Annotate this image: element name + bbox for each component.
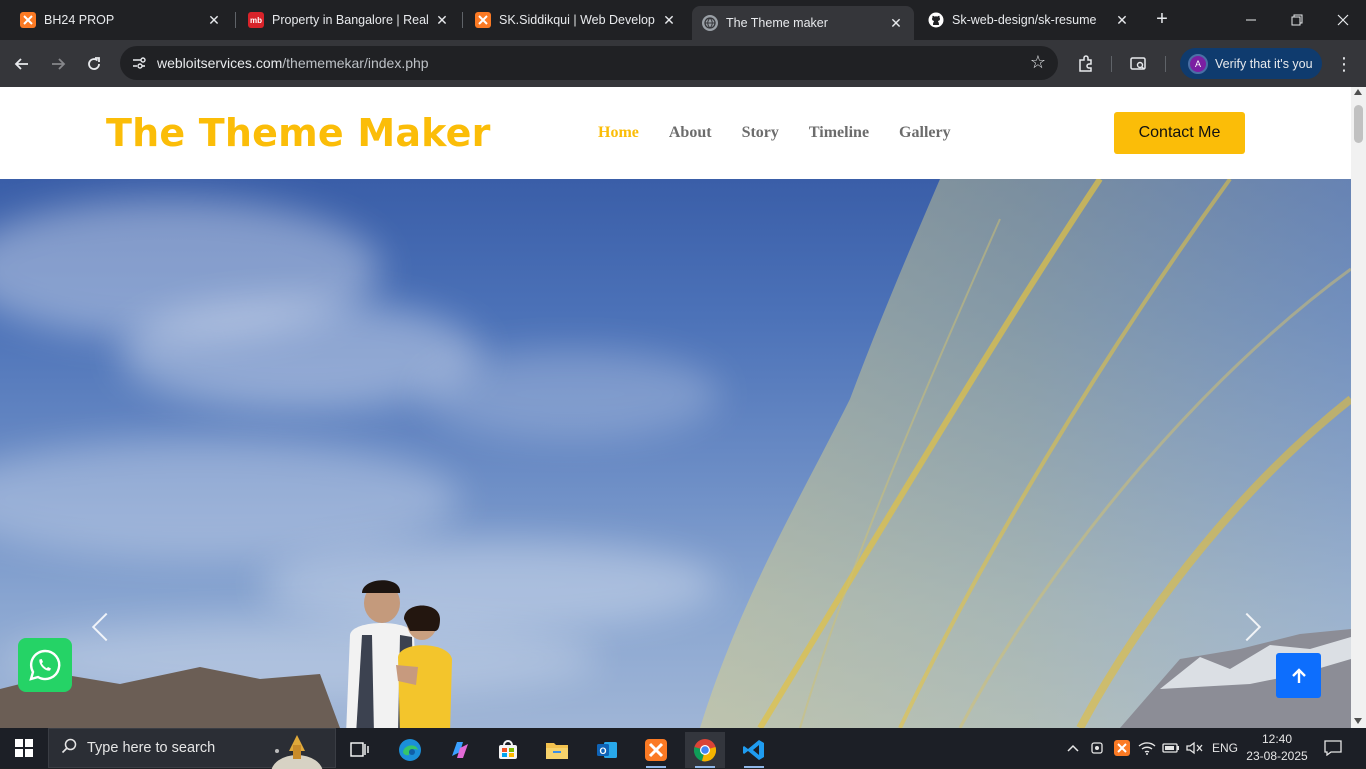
tab-title: SK.Siddikqui | Web Developer: [499, 13, 655, 27]
close-icon[interactable]: ✕: [434, 12, 450, 29]
hero-couple-photo: [346, 580, 452, 728]
nav-timeline[interactable]: Timeline: [809, 124, 869, 142]
menu-kebab-icon[interactable]: ⋮: [1332, 50, 1356, 78]
profile-verify-button[interactable]: A Verify that it's you: [1180, 48, 1322, 79]
close-icon[interactable]: ✕: [888, 15, 904, 32]
browser-toolbar: webloitservices.com/thememekar/index.php…: [0, 40, 1366, 87]
volume-muted-icon[interactable]: [1186, 728, 1204, 768]
tab-property-bangalore[interactable]: mb Property in Bangalore | Real E ✕: [228, 0, 460, 40]
new-tab-button[interactable]: +: [1150, 8, 1174, 32]
globe-icon: [702, 15, 718, 31]
close-icon[interactable]: ✕: [1114, 12, 1130, 29]
url-text: webloitservices.com/thememekar/index.php: [157, 55, 429, 71]
tab-theme-maker[interactable]: The Theme maker ✕: [692, 6, 914, 40]
outlook-icon[interactable]: O: [587, 732, 627, 768]
minimize-button[interactable]: [1228, 0, 1274, 40]
avatar: A: [1188, 53, 1208, 74]
close-icon[interactable]: ✕: [206, 12, 222, 29]
language-indicator[interactable]: ENG: [1212, 728, 1238, 768]
windows-taskbar: Type here to search O ENG 12:40 23-08-20…: [0, 728, 1366, 769]
hero-carousel: [0, 179, 1351, 728]
carousel-next-button[interactable]: [1243, 609, 1263, 645]
battery-icon[interactable]: [1162, 728, 1180, 768]
site-info-icon[interactable]: [130, 54, 148, 72]
scroll-down-arrow[interactable]: [1354, 718, 1362, 724]
nav-about[interactable]: About: [669, 124, 712, 142]
show-hidden-icons[interactable]: [1066, 728, 1080, 768]
xampp-icon: [20, 12, 36, 28]
verify-label: Verify that it's you: [1215, 56, 1313, 71]
carousel-prev-button[interactable]: [92, 609, 112, 645]
nav-gallery[interactable]: Gallery: [899, 124, 951, 142]
task-view-icon[interactable]: [340, 732, 380, 768]
search-icon: [61, 738, 77, 759]
search-placeholder: Type here to search: [87, 740, 216, 756]
scroll-to-top-button[interactable]: [1276, 653, 1321, 698]
hero-mountains-image: [0, 629, 1351, 728]
start-button[interactable]: [0, 728, 48, 768]
github-icon: [928, 12, 944, 28]
tab-search-icon[interactable]: [1124, 50, 1152, 78]
back-button[interactable]: [8, 50, 36, 78]
windows-icon: [15, 739, 33, 757]
toolbar-divider: [1111, 56, 1112, 72]
meet-now-icon[interactable]: [1090, 728, 1106, 768]
tab-title: The Theme maker: [726, 16, 828, 30]
tab-title: Property in Bangalore | Real E: [272, 13, 428, 27]
extensions-icon[interactable]: [1072, 50, 1100, 78]
chrome-icon[interactable]: [685, 732, 725, 768]
whatsapp-button[interactable]: [18, 638, 72, 692]
page-scrollbar[interactable]: [1351, 87, 1366, 728]
page-viewport: The Theme Maker Home About Story Timelin…: [0, 87, 1351, 728]
whatsapp-icon: [29, 649, 61, 681]
wifi-icon[interactable]: [1138, 728, 1156, 768]
xampp-taskbar-icon[interactable]: [636, 732, 676, 768]
contact-me-button[interactable]: Contact Me: [1114, 112, 1245, 154]
url-path: /thememekar/index.php: [282, 55, 429, 71]
arrow-up-icon: [1291, 667, 1306, 683]
address-bar[interactable]: webloitservices.com/thememekar/index.php…: [120, 46, 1058, 80]
edge-icon[interactable]: [390, 732, 430, 768]
store-icon[interactable]: [488, 732, 528, 768]
toolbar-divider: [1165, 56, 1166, 72]
tab-sk-resume[interactable]: Sk-web-design/sk-resume ✕: [918, 0, 1140, 40]
vscode-icon[interactable]: [734, 732, 774, 768]
restore-button[interactable]: [1274, 0, 1320, 40]
bookmark-star-icon[interactable]: ☆: [1030, 52, 1046, 73]
magicbricks-icon: mb: [248, 12, 264, 28]
xampp-icon: [475, 12, 491, 28]
close-icon[interactable]: ✕: [661, 12, 677, 29]
file-explorer-icon[interactable]: [537, 732, 577, 768]
site-brand[interactable]: The Theme Maker: [106, 111, 491, 155]
nav-home[interactable]: Home: [598, 124, 639, 142]
clock-date: 23-08-2025: [1246, 749, 1308, 763]
svg-text:O: O: [599, 746, 606, 756]
notifications-icon[interactable]: [1324, 728, 1342, 768]
tab-title: Sk-web-design/sk-resume: [952, 13, 1097, 27]
xampp-tray-icon[interactable]: [1114, 728, 1130, 768]
system-clock[interactable]: 12:40 23-08-2025: [1240, 731, 1314, 765]
site-header: The Theme Maker Home About Story Timelin…: [0, 87, 1351, 179]
main-nav: Home About Story Timeline Gallery: [598, 124, 981, 142]
search-highlight-icon: [271, 735, 323, 769]
nav-story[interactable]: Story: [742, 124, 779, 142]
tab-bh24-prop[interactable]: BH24 PROP ✕: [0, 0, 232, 40]
reload-button[interactable]: [80, 50, 108, 78]
tab-title: BH24 PROP: [44, 13, 115, 27]
forward-button[interactable]: [44, 50, 72, 78]
scroll-up-arrow[interactable]: [1354, 89, 1362, 95]
taskbar-search-box[interactable]: Type here to search: [48, 728, 336, 769]
url-host: webloitservices.com: [157, 55, 283, 71]
copilot-icon[interactable]: [440, 732, 480, 768]
close-window-button[interactable]: [1320, 0, 1366, 40]
scrollbar-thumb[interactable]: [1354, 105, 1363, 143]
tab-strip: BH24 PROP ✕ mb Property in Bangalore | R…: [0, 0, 1366, 40]
clock-time: 12:40: [1261, 732, 1293, 746]
tab-sk-siddikqui[interactable]: SK.Siddikqui | Web Developer ✕: [455, 0, 687, 40]
